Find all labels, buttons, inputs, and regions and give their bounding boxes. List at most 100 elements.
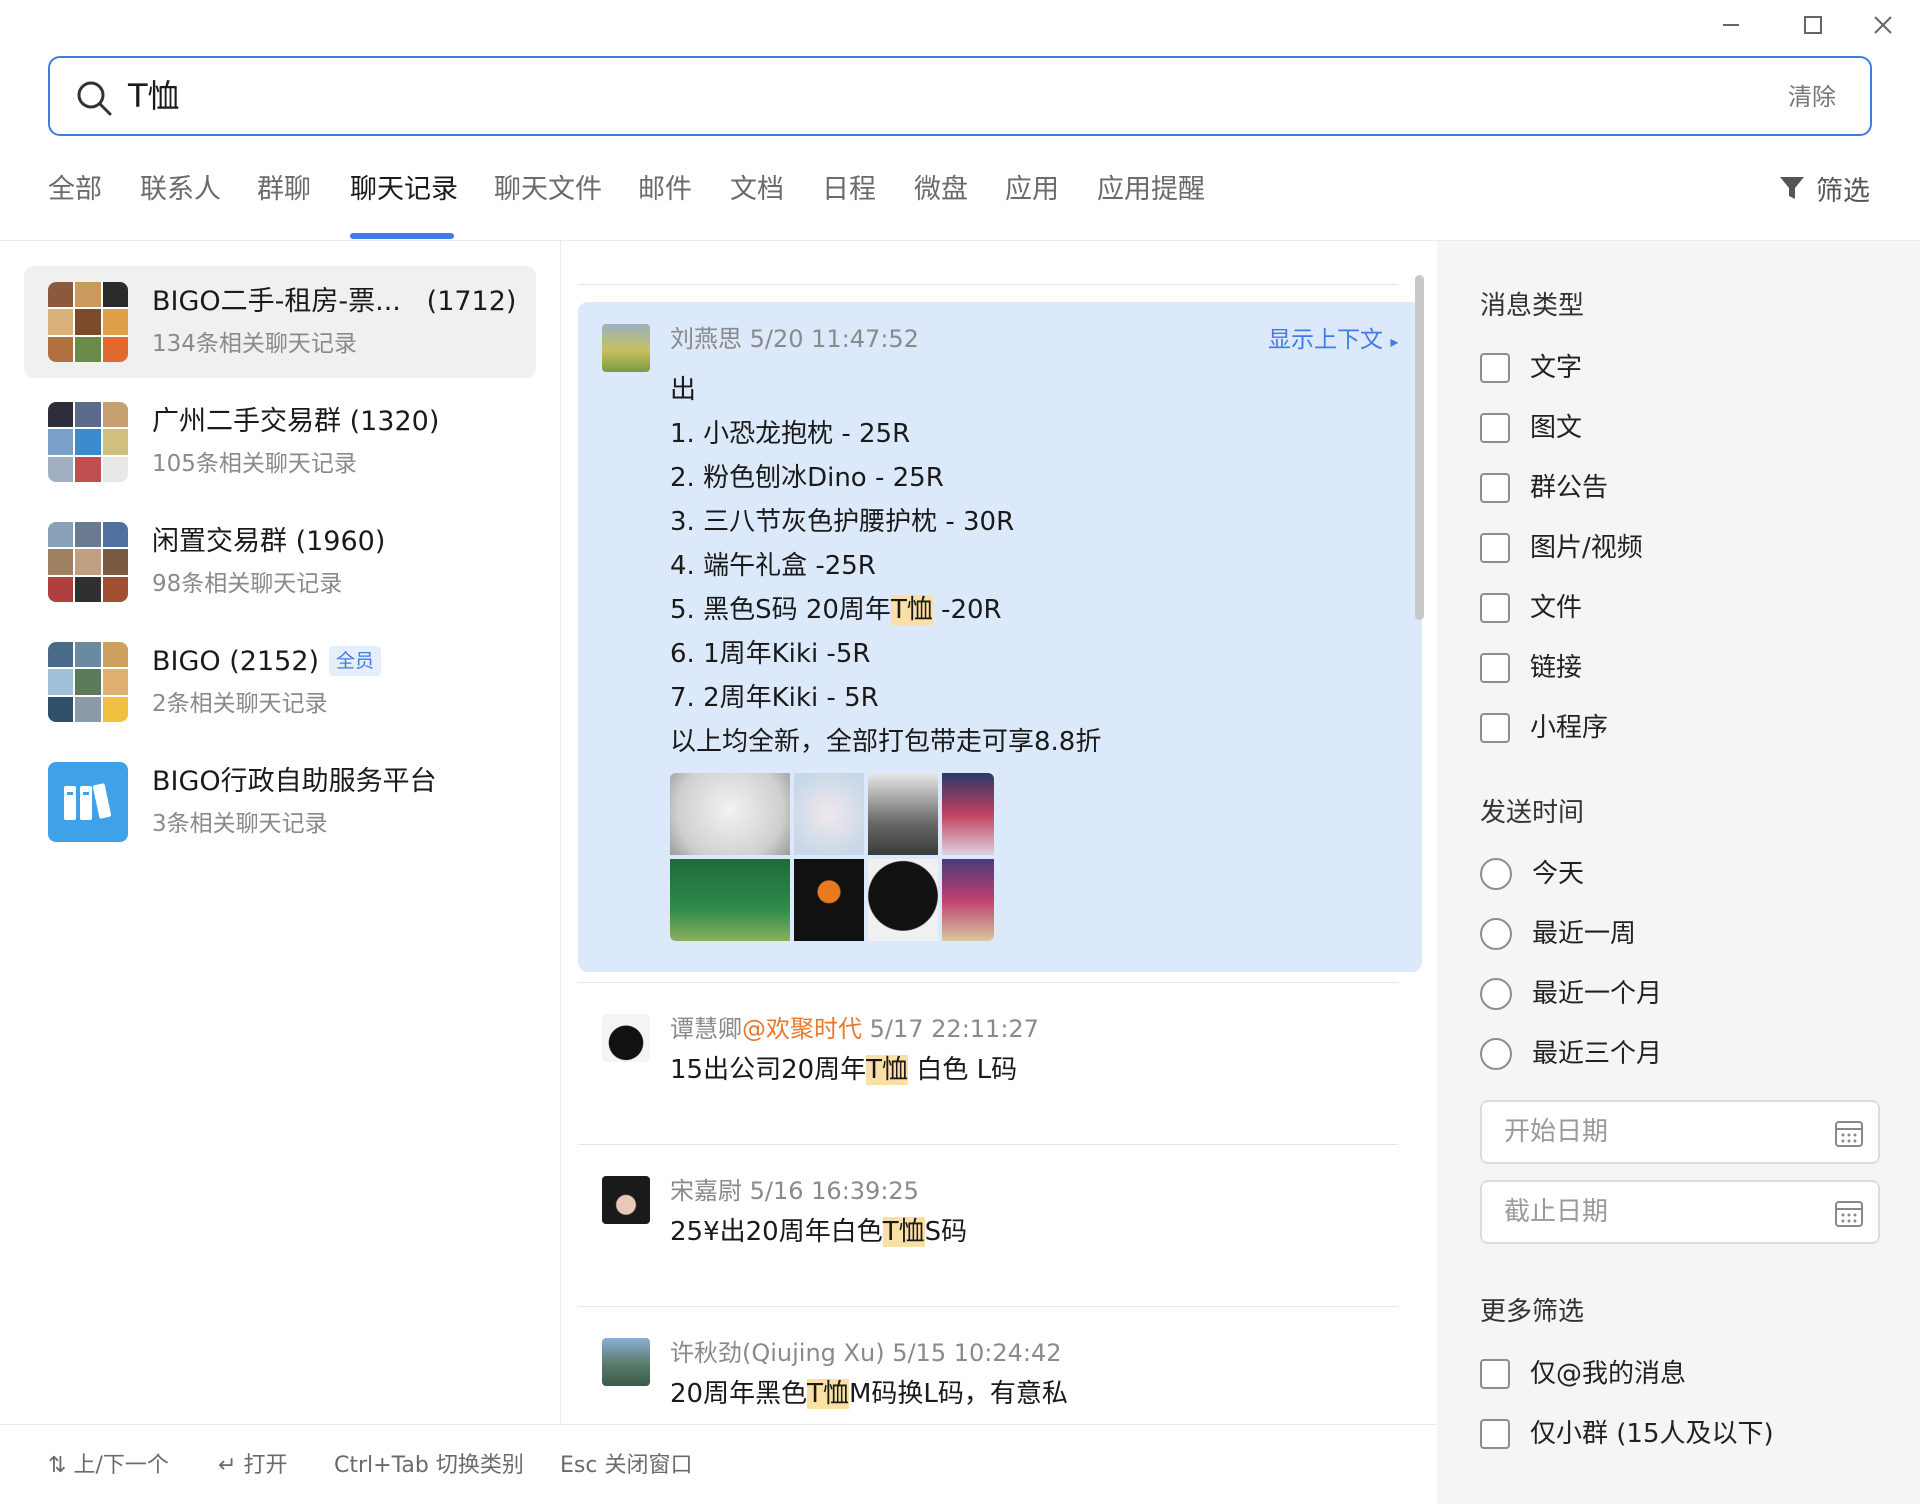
more-option-mentions[interactable]: 仅@我的消息 (1480, 1356, 1686, 1392)
filter-button[interactable]: 筛选 (1778, 168, 1870, 208)
message-divider (578, 1144, 1398, 1145)
shortcut-footer: ⇅ 上/下一个 ↵ 打开 Ctrl+Tab 切换类别 Esc 关闭窗口 (0, 1424, 1437, 1504)
hint-switch-category: Ctrl+Tab 切换类别 (334, 1453, 524, 1478)
radio[interactable] (1480, 1038, 1512, 1070)
tab-schedule[interactable]: 日程 (822, 168, 876, 212)
end-date-placeholder: 截止日期 (1504, 1197, 1609, 1227)
mention-org: @欢聚时代 (742, 1015, 862, 1043)
up-down-arrows-icon: ⇅ (48, 1453, 67, 1478)
more-option-small-groups[interactable]: 仅小群 (15人及以下) (1480, 1416, 1774, 1452)
type-option-link[interactable]: 链接 (1480, 650, 1582, 686)
photo-thumbnail[interactable] (868, 859, 938, 941)
search-box[interactable]: T恤 清除 (48, 56, 1872, 136)
time-option-week[interactable]: 最近一周 (1480, 916, 1636, 952)
maximize-icon (1804, 16, 1822, 34)
conversation-name: BIGO行政自助服务平台 (152, 766, 437, 797)
photo-thumbnail[interactable] (794, 773, 864, 855)
conversation-match-count: 3条相关聊天记录 (152, 811, 328, 837)
tab-mail[interactable]: 邮件 (638, 168, 692, 212)
message-meta: 谭慧卿@欢聚时代 5/17 22:11:27 (670, 1015, 1039, 1043)
checkbox[interactable] (1480, 1359, 1510, 1389)
tab-docs[interactable]: 文档 (730, 168, 784, 212)
tab-chat-files[interactable]: 聊天文件 (494, 168, 602, 212)
hint-close-window: Esc 关闭窗口 (560, 1453, 693, 1478)
conversation-match-count: 134条相关聊天记录 (152, 331, 357, 357)
message-line: 3. 三八节灰色护腰护枕 - 30R (670, 507, 1015, 537)
conversation-item[interactable]: BIGO行政自助服务平台 3条相关聊天记录 (24, 746, 536, 858)
tab-microdisk[interactable]: 微盘 (914, 168, 968, 212)
group-avatar (48, 402, 128, 482)
message-meta: 刘燕思 5/20 11:47:52 (670, 325, 919, 353)
photo-thumbnail[interactable] (942, 773, 994, 855)
radio[interactable] (1480, 858, 1512, 890)
photo-thumbnail[interactable] (868, 773, 938, 855)
checkbox[interactable] (1480, 1419, 1510, 1449)
avatar (602, 324, 650, 372)
end-date-field[interactable]: 截止日期 (1480, 1180, 1880, 1244)
conversation-item[interactable]: BIGO二手-租房-票... (1712) 134条相关聊天记录 (24, 266, 536, 378)
tab-contacts[interactable]: 联系人 (140, 168, 221, 212)
message-line[interactable]: 15出公司20周年T恤 白色 L码 (670, 1050, 1017, 1090)
type-option-media[interactable]: 图片/视频 (1480, 530, 1643, 566)
tab-groups[interactable]: 群聊 (257, 168, 311, 212)
show-context-link[interactable]: 显示上下文 ▸ (1268, 323, 1398, 359)
checkbox[interactable] (1480, 413, 1510, 443)
time-option-three-months[interactable]: 最近三个月 (1480, 1036, 1662, 1072)
type-option-miniprogram[interactable]: 小程序 (1480, 710, 1608, 746)
search-input[interactable]: T恤 (128, 74, 180, 118)
minimize-button[interactable] (1707, 10, 1755, 40)
keyword-highlight: T恤 (890, 595, 933, 625)
type-option-announcement[interactable]: 群公告 (1480, 470, 1608, 506)
message-line: 4. 端午礼盒 -25R (670, 551, 876, 581)
message-divider (578, 982, 1398, 983)
scrollbar[interactable] (1415, 275, 1424, 620)
time-option-month[interactable]: 最近一个月 (1480, 976, 1662, 1012)
message-meta: 许秋劲(Qiujing Xu) 5/15 10:24:42 (670, 1339, 1062, 1367)
type-option-text[interactable]: 文字 (1480, 350, 1582, 386)
message-line: 6. 1周年Kiki -5R (670, 639, 871, 669)
send-time-title: 发送时间 (1480, 798, 1585, 828)
close-button[interactable] (1859, 10, 1907, 40)
checkbox[interactable] (1480, 533, 1510, 563)
message-line[interactable]: 20周年黑色T恤M码换L码，有意私 (670, 1374, 1068, 1414)
checkbox[interactable] (1480, 653, 1510, 683)
photo-thumbnail[interactable] (794, 859, 864, 941)
checkbox[interactable] (1480, 593, 1510, 623)
radio[interactable] (1480, 918, 1512, 950)
type-option-rich[interactable]: 图文 (1480, 410, 1582, 446)
conversation-item[interactable]: 闲置交易群 (1960) 98条相关聊天记录 (24, 506, 536, 618)
hint-navigate: ⇅ 上/下一个 (48, 1453, 169, 1478)
group-avatar (48, 282, 128, 362)
checkbox[interactable] (1480, 353, 1510, 383)
checkbox[interactable] (1480, 473, 1510, 503)
tab-all[interactable]: 全部 (48, 168, 102, 212)
conversation-match-count: 105条相关聊天记录 (152, 451, 357, 477)
conversation-match-count: 98条相关聊天记录 (152, 571, 343, 597)
photo-thumbnail[interactable] (670, 773, 790, 855)
photo-thumbnail[interactable] (670, 859, 790, 941)
calendar-icon (1835, 1201, 1863, 1227)
type-option-file[interactable]: 文件 (1480, 590, 1582, 626)
maximize-button[interactable] (1789, 10, 1837, 40)
image-grid[interactable] (670, 773, 994, 941)
conversation-item[interactable]: 广州二手交易群 (1320) 105条相关聊天记录 (24, 386, 536, 498)
keyword-highlight: T恤 (882, 1217, 925, 1247)
conversation-name: BIGO (2152) 全员 (152, 642, 382, 682)
tab-app-reminders[interactable]: 应用提醒 (1097, 168, 1205, 212)
tab-apps[interactable]: 应用 (1005, 168, 1059, 212)
photo-thumbnail[interactable] (942, 859, 994, 941)
clear-button[interactable]: 清除 (1788, 80, 1836, 114)
message-divider (578, 1306, 1398, 1307)
tab-chat-history[interactable]: 聊天记录 (350, 168, 458, 212)
group-avatar (48, 522, 128, 602)
conversation-item[interactable]: BIGO (2152) 全员 2条相关聊天记录 (24, 626, 536, 738)
radio[interactable] (1480, 978, 1512, 1010)
calendar-icon (1835, 1121, 1863, 1147)
start-date-field[interactable]: 开始日期 (1480, 1100, 1880, 1164)
checkbox[interactable] (1480, 713, 1510, 743)
time-option-today[interactable]: 今天 (1480, 856, 1584, 892)
start-date-placeholder: 开始日期 (1504, 1117, 1609, 1147)
message-line: 1. 小恐龙抱枕 - 25R (670, 419, 911, 449)
message-line: 2. 粉色刨冰Dino - 25R (670, 463, 944, 493)
message-line[interactable]: 25¥出20周年白色T恤S码 (670, 1212, 967, 1252)
